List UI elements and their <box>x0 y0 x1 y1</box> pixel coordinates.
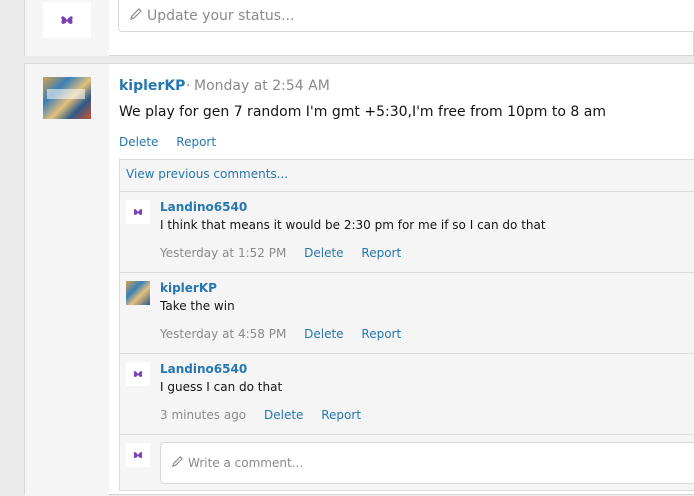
delete-link[interactable]: Delete <box>119 135 158 149</box>
comment-time[interactable]: Yesterday at 1:52 PM <box>160 246 286 260</box>
report-link[interactable]: Report <box>176 135 216 149</box>
comment-meta: Yesterday at 4:58 PM Delete Report <box>160 327 401 341</box>
comment-meta: 3 minutes ago Delete Report <box>160 408 361 422</box>
butterfly-icon <box>61 16 73 24</box>
post-message: We play for gen 7 random I'm gmt +5:30,I… <box>119 104 606 120</box>
avatar[interactable] <box>43 77 91 119</box>
delete-link[interactable]: Delete <box>304 246 343 260</box>
report-link[interactable]: Report <box>361 246 401 260</box>
comment-text: I think that means it would be 2:30 pm f… <box>160 218 546 232</box>
avatar[interactable] <box>126 281 150 305</box>
left-gutter <box>0 0 24 495</box>
pencil-icon <box>129 7 143 25</box>
report-link[interactable]: Report <box>321 408 361 422</box>
status-placeholder: Update your status... <box>147 7 295 24</box>
report-link[interactable]: Report <box>361 327 401 341</box>
comment-placeholder: Write a comment... <box>188 456 304 470</box>
avatar[interactable] <box>126 443 150 467</box>
post-actions: Delete Report <box>119 135 230 149</box>
view-previous-comments-link[interactable]: View previous comments... <box>126 167 288 181</box>
comment-user[interactable]: Landino6540 <box>160 362 247 376</box>
status-update-block: Update your status... <box>24 0 694 56</box>
butterfly-icon <box>133 209 143 215</box>
comment-text: Take the win <box>160 299 235 313</box>
comment: Landino6540 I guess I can do that 3 minu… <box>120 353 694 435</box>
butterfly-icon <box>133 371 143 377</box>
comment-meta: Yesterday at 1:52 PM Delete Report <box>160 246 401 260</box>
profile-post: kiplerKP · Monday at 2:54 AM We play for… <box>24 63 694 496</box>
reply-row: Write a comment... <box>120 434 694 492</box>
pencil-icon <box>171 455 184 471</box>
delete-link[interactable]: Delete <box>304 327 343 341</box>
comments-section: View previous comments... Landino6540 I … <box>119 159 694 491</box>
comment-time[interactable]: 3 minutes ago <box>160 408 246 422</box>
comment: kiplerKP Take the win Yesterday at 4:58 … <box>120 272 694 354</box>
avatar[interactable] <box>43 2 91 38</box>
comment-input[interactable]: Write a comment... <box>160 442 694 484</box>
comment: Landino6540 I think that means it would … <box>120 191 694 273</box>
comment-user[interactable]: Landino6540 <box>160 200 247 214</box>
butterfly-icon <box>133 452 143 458</box>
comment-user[interactable]: kiplerKP <box>160 281 217 295</box>
post-author[interactable]: kiplerKP <box>119 78 185 94</box>
status-input[interactable]: Update your status... <box>118 0 694 32</box>
comment-time[interactable]: Yesterday at 4:58 PM <box>160 327 286 341</box>
status-left-column <box>25 0 109 56</box>
post-left-column <box>25 64 109 496</box>
delete-link[interactable]: Delete <box>264 408 303 422</box>
comment-text: I guess I can do that <box>160 380 283 394</box>
avatar[interactable] <box>126 362 150 386</box>
post-time[interactable]: Monday at 2:54 AM <box>194 78 330 94</box>
avatar[interactable] <box>126 200 150 224</box>
separator: · <box>186 78 191 94</box>
